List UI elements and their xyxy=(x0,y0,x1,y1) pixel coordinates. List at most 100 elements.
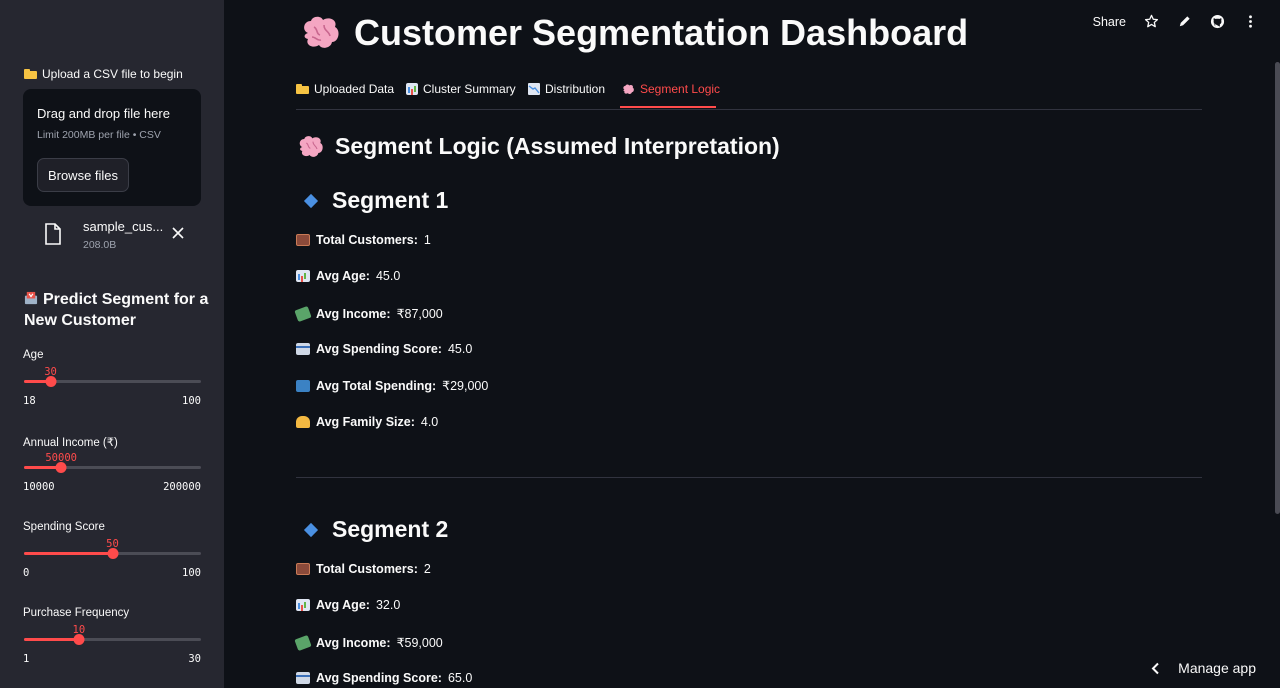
credit-card-icon xyxy=(296,672,310,684)
tab-distribution[interactable]: Distribution xyxy=(528,82,605,96)
slider-thumb[interactable] xyxy=(107,548,118,559)
slider-max: 100 xyxy=(182,395,201,407)
age-slider[interactable]: Age 30 18 100 xyxy=(23,349,201,409)
money-wings-icon xyxy=(294,305,312,322)
chart-decreasing-icon xyxy=(528,83,540,95)
scrollbar[interactable] xyxy=(1275,62,1280,514)
main-content: Customer Segmentation Dashboard Share Up… xyxy=(224,0,1280,688)
brain-icon xyxy=(623,84,634,94)
star-icon[interactable] xyxy=(1144,14,1159,29)
family-icon xyxy=(296,416,310,428)
bar-chart-icon xyxy=(296,270,310,282)
tab-cluster-summary[interactable]: Cluster Summary xyxy=(406,82,516,96)
stat-total-customers: Total Customers: 1 xyxy=(296,233,431,247)
segment-2-heading: Segment 2 xyxy=(302,516,448,543)
github-icon[interactable] xyxy=(1210,14,1225,29)
purchase-frequency-slider[interactable]: Purchase Frequency 10 1 30 xyxy=(23,607,201,667)
section-heading-text: Segment Logic (Assumed Interpretation) xyxy=(335,133,780,159)
stat-value: 45.0 xyxy=(447,342,473,356)
stat-label: Avg Spending Score: xyxy=(316,342,442,356)
slider-fill xyxy=(24,552,113,555)
brain-icon xyxy=(304,16,339,48)
segment-1-heading: Segment 1 xyxy=(302,187,448,214)
bar-chart-icon xyxy=(406,83,418,95)
stat-avg-family-size: Avg Family Size: 4.0 xyxy=(296,415,438,429)
slider-track[interactable] xyxy=(24,466,201,469)
slider-label: Purchase Frequency xyxy=(23,607,130,619)
stat-label: Avg Total Spending: xyxy=(316,378,437,393)
stat-value: 65.0 xyxy=(447,671,473,685)
stat-value: ₹29,000 xyxy=(442,379,489,393)
file-icon xyxy=(45,223,61,245)
dropzone-title: Drag and drop file here xyxy=(37,106,170,121)
slider-track[interactable] xyxy=(24,638,201,641)
slider-min: 18 xyxy=(23,395,36,407)
stat-label: Avg Age: xyxy=(316,269,370,283)
bar-chart-icon xyxy=(296,599,310,611)
upload-label-text: Upload a CSV file to begin xyxy=(42,67,183,81)
stat-avg-income: Avg Income: ₹87,000 xyxy=(294,305,443,322)
stat-label: Avg Family Size: xyxy=(316,415,415,429)
slider-label: Spending Score xyxy=(23,521,105,533)
stat-value: ₹59,000 xyxy=(396,636,443,650)
predict-heading: Predict Segment for a New Customer xyxy=(24,289,209,331)
manage-app-button[interactable]: Manage app xyxy=(1151,660,1256,676)
stat-label: Avg Age: xyxy=(316,598,370,612)
page-title: Customer Segmentation Dashboard xyxy=(300,12,968,54)
annual-income-slider[interactable]: Annual Income (₹) 50000 10000 200000 xyxy=(23,435,201,495)
share-button[interactable]: Share xyxy=(1093,15,1126,29)
more-vertical-icon[interactable] xyxy=(1243,14,1258,29)
blue-diamond-icon xyxy=(303,522,319,537)
slider-thumb[interactable] xyxy=(45,376,57,387)
stat-value: 4.0 xyxy=(420,415,439,429)
slider-max: 30 xyxy=(188,653,201,665)
spending-score-slider[interactable]: Spending Score 50 0 100 xyxy=(23,521,201,581)
header-actions: Share xyxy=(1093,14,1258,29)
slider-thumb[interactable] xyxy=(55,462,67,473)
folder-icon xyxy=(24,69,37,79)
slider-min: 10000 xyxy=(23,481,55,493)
blue-diamond-icon xyxy=(303,193,319,208)
tab-label: Distribution xyxy=(545,82,606,96)
uploaded-file: sample_cus... 208.0B xyxy=(23,214,201,254)
upload-label: Upload a CSV file to begin xyxy=(24,67,183,81)
credit-card-icon xyxy=(296,343,310,355)
browse-files-button[interactable]: Browse files xyxy=(37,158,129,192)
stat-avg-spending-score: Avg Spending Score: 45.0 xyxy=(296,342,472,356)
section-heading: Segment Logic (Assumed Interpretation) xyxy=(297,133,780,160)
stat-label: Total Customers: xyxy=(316,233,418,247)
abacus-icon xyxy=(296,563,310,575)
close-icon[interactable] xyxy=(172,227,184,239)
slider-max: 100 xyxy=(182,567,201,579)
stat-avg-age: Avg Age: 45.0 xyxy=(296,269,400,283)
stat-value: 45.0 xyxy=(375,269,401,283)
stat-value: 32.0 xyxy=(375,598,401,612)
predict-heading-text: Predict Segment for a New Customer xyxy=(24,291,209,329)
slider-fill xyxy=(24,638,79,641)
stat-value: 2 xyxy=(423,562,431,576)
inbox-icon xyxy=(24,291,38,305)
slider-min: 1 xyxy=(23,653,30,665)
stat-avg-spending-score: Avg Spending Score: 65.0 xyxy=(296,671,472,685)
slider-min: 0 xyxy=(23,567,30,579)
tab-label: Uploaded Data xyxy=(314,82,395,96)
stat-value: 1 xyxy=(423,233,431,247)
tab-uploaded-data[interactable]: Uploaded Data xyxy=(296,82,394,96)
chevron-left-icon xyxy=(1151,662,1159,674)
tab-bar: Uploaded Data Cluster Summary Distributi… xyxy=(296,79,1202,110)
stat-avg-total-spending: Avg Total Spending: ₹29,000 xyxy=(296,378,488,393)
file-dropzone[interactable]: Drag and drop file here Limit 200MB per … xyxy=(23,89,201,206)
stat-label: Avg Spending Score: xyxy=(316,671,442,685)
edit-pencil-icon[interactable] xyxy=(1177,14,1192,29)
slider-label: Annual Income (₹) xyxy=(23,437,118,449)
stat-label: Avg Income: xyxy=(316,306,391,321)
stat-total-customers: Total Customers: 2 xyxy=(296,562,431,576)
file-name: sample_cus... xyxy=(83,219,164,234)
manage-app-label: Manage app xyxy=(1178,660,1256,676)
slider-thumb[interactable] xyxy=(73,634,85,645)
stat-avg-age: Avg Age: 32.0 xyxy=(296,598,400,612)
active-tab-indicator xyxy=(620,106,716,108)
slider-max: 200000 xyxy=(163,481,201,493)
tab-segment-logic[interactable]: Segment Logic xyxy=(622,82,720,96)
file-size: 208.0B xyxy=(83,239,117,251)
